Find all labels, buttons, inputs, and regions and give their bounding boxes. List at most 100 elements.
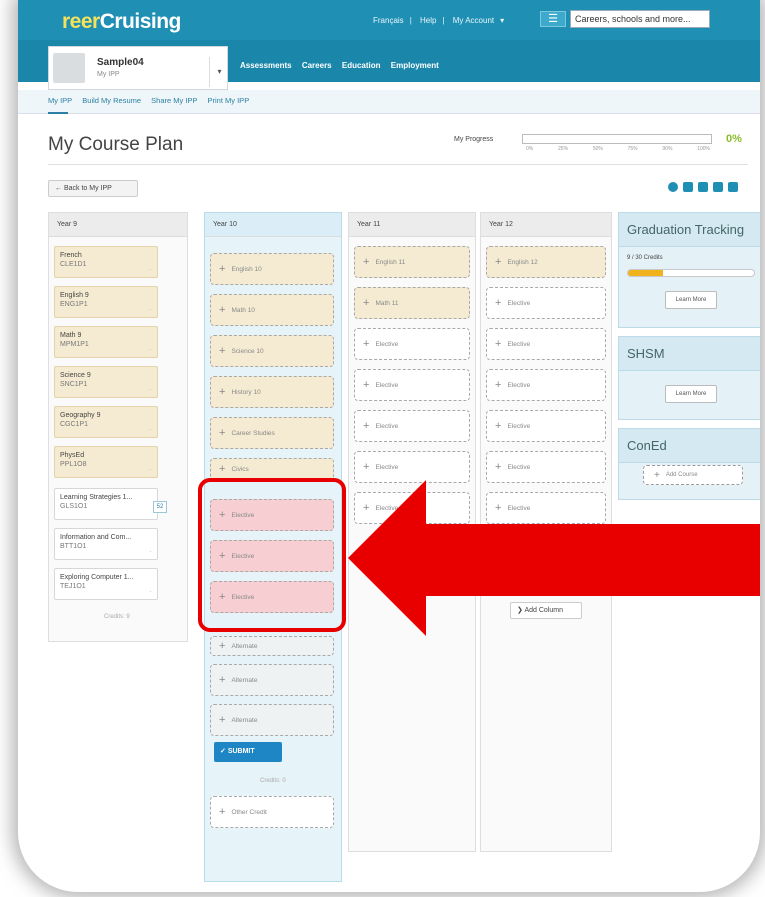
column-title: Year 10 bbox=[205, 213, 341, 237]
slot-label: English 12 bbox=[507, 258, 538, 266]
progress-tick: 90% bbox=[662, 146, 673, 152]
link-my-account[interactable]: My Account bbox=[453, 16, 494, 25]
nav-employment[interactable]: Employment bbox=[391, 61, 439, 70]
link-help[interactable]: Help bbox=[420, 16, 436, 25]
logo[interactable]: reerCruising bbox=[62, 10, 181, 34]
course-name: Math 9 bbox=[60, 332, 82, 339]
checklist-icon[interactable] bbox=[713, 182, 723, 192]
course-card[interactable]: French CLE1D1. bbox=[54, 246, 158, 278]
plus-icon: + bbox=[363, 420, 370, 432]
course-name: Information and Com... bbox=[60, 534, 132, 541]
course-slot[interactable]: + English 12 bbox=[486, 246, 606, 278]
more-icon: . bbox=[149, 346, 151, 352]
slot-label: Elective bbox=[507, 299, 531, 307]
help-icon[interactable] bbox=[668, 182, 678, 192]
course-code: CGC1P1 bbox=[60, 421, 89, 428]
tab-build-resume[interactable]: Build My Resume bbox=[82, 96, 141, 105]
user-switcher[interactable]: Sample04 My IPP ▾ bbox=[48, 46, 228, 90]
plus-icon: + bbox=[219, 263, 226, 275]
course-name: Science 9 bbox=[60, 372, 91, 379]
print-icon[interactable] bbox=[698, 182, 708, 192]
other-credit-slot[interactable]: + Other Credit bbox=[210, 796, 334, 828]
divider bbox=[48, 164, 748, 165]
course-slot[interactable]: + Elective bbox=[354, 369, 470, 401]
course-slot[interactable]: + Math 10 bbox=[210, 294, 334, 326]
course-card[interactable]: Exploring Computer 1... TEJ1O1. bbox=[54, 568, 158, 600]
column-title: Year 9 bbox=[49, 213, 187, 237]
course-card[interactable]: Science 9 SNC1P1. bbox=[54, 366, 158, 398]
arrow-left-icon: ← bbox=[55, 185, 64, 192]
sub-nav-items: My IPP Build My Resume Share My IPP Prin… bbox=[48, 96, 257, 105]
plus-icon: + bbox=[495, 379, 502, 391]
course-slot[interactable]: + Math 11 bbox=[354, 287, 470, 319]
panel-title: SHSM bbox=[619, 337, 760, 371]
more-icon: . bbox=[149, 426, 151, 432]
nav-education[interactable]: Education bbox=[342, 61, 381, 70]
course-slot[interactable]: + Career Studies bbox=[210, 417, 334, 449]
course-card[interactable]: Learning Strategies 1... GLS1O1 52 bbox=[54, 488, 167, 520]
course-slot[interactable]: + History 10 bbox=[210, 376, 334, 408]
back-button[interactable]: ← Back to My IPP bbox=[48, 180, 138, 197]
course-slot[interactable]: + English 11 bbox=[354, 246, 470, 278]
progress-tick: 75% bbox=[627, 146, 638, 152]
document-icon[interactable] bbox=[683, 182, 693, 192]
chevron-down-icon[interactable]: ▾ bbox=[209, 57, 229, 87]
menu-button[interactable]: ☰ bbox=[540, 11, 566, 27]
course-code: TEJ1O1 bbox=[60, 583, 86, 590]
course-slot[interactable]: + Elective bbox=[354, 328, 470, 360]
more-icon: . bbox=[149, 266, 151, 272]
course-slot[interactable]: + English 10 bbox=[210, 253, 334, 285]
search-input[interactable]: Careers, schools and more... bbox=[570, 10, 710, 28]
link-francais[interactable]: Français bbox=[373, 16, 404, 25]
mail-icon[interactable] bbox=[728, 182, 738, 192]
plus-icon: + bbox=[219, 386, 226, 398]
course-slot[interactable]: + Science 10 bbox=[210, 335, 334, 367]
course-slot[interactable]: + Elective bbox=[486, 328, 606, 360]
progress-percent: 0% bbox=[726, 133, 742, 145]
course-slot[interactable]: + Elective bbox=[486, 369, 606, 401]
logo-text-2: Cruising bbox=[99, 10, 182, 33]
tab-print-ipp[interactable]: Print My IPP bbox=[208, 96, 250, 105]
credit-badge[interactable]: 52 bbox=[153, 501, 167, 513]
slot-label: Elective bbox=[375, 340, 399, 348]
plus-icon: + bbox=[219, 640, 226, 652]
plus-icon: + bbox=[219, 463, 226, 475]
progress-tick: 50% bbox=[592, 146, 603, 152]
nav-assessments[interactable]: Assessments bbox=[240, 61, 292, 70]
red-arrow bbox=[348, 480, 760, 636]
tab-share-ipp[interactable]: Share My IPP bbox=[151, 96, 197, 105]
course-card[interactable]: PhysEd PPL1O8. bbox=[54, 446, 158, 478]
nav-careers[interactable]: Careers bbox=[302, 61, 332, 70]
plus-icon: + bbox=[219, 427, 226, 439]
alternate-slot[interactable]: + Alternate bbox=[210, 636, 334, 656]
progress-bar bbox=[522, 134, 712, 144]
tab-my-ipp[interactable]: My IPP bbox=[48, 96, 72, 105]
learn-more-button[interactable]: Learn More bbox=[665, 291, 717, 309]
learn-more-button[interactable]: Learn More bbox=[665, 385, 717, 403]
slot-label: Elective bbox=[375, 463, 399, 471]
course-card[interactable]: Geography 9 CGC1P1. bbox=[54, 406, 158, 438]
course-card[interactable]: Information and Com... BTT1O1. bbox=[54, 528, 158, 560]
slot-label: English 11 bbox=[375, 258, 406, 266]
plus-icon: + bbox=[219, 304, 226, 316]
course-code: SNC1P1 bbox=[60, 381, 88, 388]
submit-button[interactable]: ✓ SUBMIT bbox=[214, 742, 282, 762]
main-nav: Assessments Careers Education Employment bbox=[240, 61, 447, 70]
progress-tick: 100% bbox=[697, 146, 710, 152]
course-slot[interactable]: + Elective bbox=[486, 287, 606, 319]
user-subtitle: My IPP bbox=[97, 71, 120, 78]
slot-label: Elective bbox=[507, 422, 531, 430]
submit-label: SUBMIT bbox=[227, 748, 255, 755]
course-slot[interactable]: + Elective bbox=[486, 410, 606, 442]
alternate-slot[interactable]: + Alternate bbox=[210, 704, 334, 736]
course-card[interactable]: Math 9 MPM1P1. bbox=[54, 326, 158, 358]
check-icon: ✓ bbox=[220, 748, 228, 755]
highlight-box bbox=[198, 478, 346, 632]
slot-label: Science 10 bbox=[231, 347, 264, 355]
graduation-progress-bar bbox=[627, 269, 755, 277]
alternate-slot[interactable]: + Alternate bbox=[210, 664, 334, 696]
graduation-tracking-panel: Graduation Tracking 9 / 30 Credits Learn… bbox=[618, 212, 760, 328]
course-slot[interactable]: + Civics bbox=[210, 458, 334, 480]
course-card[interactable]: English 9 ENG1P1. bbox=[54, 286, 158, 318]
course-slot[interactable]: + Elective bbox=[354, 410, 470, 442]
